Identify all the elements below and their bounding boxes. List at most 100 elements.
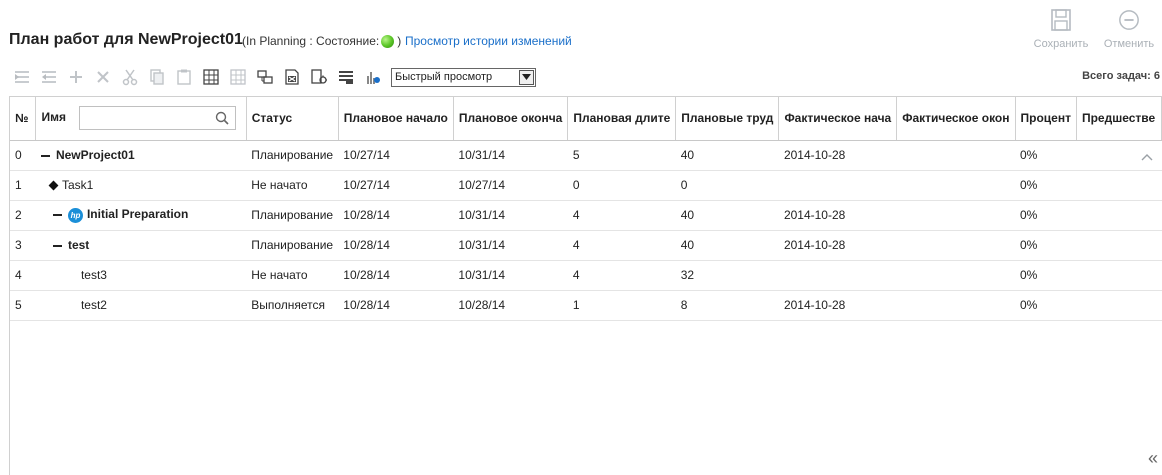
cell-predecessor xyxy=(1076,290,1162,321)
cell-status: Планирование xyxy=(246,230,339,261)
cell-name[interactable]: test xyxy=(35,230,247,261)
cell-num: 0 xyxy=(10,140,36,171)
scroll-up-icon[interactable] xyxy=(1140,150,1154,164)
cell-plan-duration: 0 xyxy=(567,170,676,201)
grid-icon[interactable] xyxy=(198,65,223,89)
outdent-icon[interactable] xyxy=(36,65,61,89)
task-name[interactable]: test3 xyxy=(81,268,107,282)
cell-actual-start xyxy=(778,260,897,291)
task-name[interactable]: test2 xyxy=(81,298,107,312)
add-icon[interactable] xyxy=(63,65,88,89)
cell-percent: 0% xyxy=(1015,260,1077,291)
table-row[interactable]: 4 test3 Не начато 10/28/14 10/31/14 4 32… xyxy=(10,260,1162,291)
quick-view-select[interactable]: Быстрый просмотр xyxy=(391,67,536,87)
cell-plan-duration: 4 xyxy=(567,230,676,261)
col-header-plan-effort[interactable]: Плановые труд xyxy=(675,97,780,141)
cell-name[interactable]: test2 xyxy=(35,290,247,321)
collapse-dash-icon[interactable] xyxy=(52,244,62,247)
cell-status: Не начато xyxy=(246,260,339,291)
page-title: План работ для NewProject01 xyxy=(9,31,243,48)
cell-percent: 0% xyxy=(1015,170,1077,201)
col-header-actual-start[interactable]: Фактическое нача xyxy=(778,97,898,141)
cell-status: Выполняется xyxy=(246,290,339,321)
cell-plan-end: 10/31/14 xyxy=(453,260,568,291)
cell-actual-start xyxy=(778,170,897,201)
cell-actual-end xyxy=(896,140,1015,171)
cell-name[interactable]: NewProject01 xyxy=(35,140,247,171)
cell-actual-start: 2014-10-28 xyxy=(778,140,897,171)
name-search-input[interactable] xyxy=(79,106,237,131)
col-header-predecessor[interactable]: Предшестве xyxy=(1076,97,1162,141)
cell-percent: 0% xyxy=(1015,200,1077,231)
project-state-info: (In Planning : Состояние: ) xyxy=(242,34,401,48)
cell-predecessor xyxy=(1076,200,1162,231)
settings-icon[interactable] xyxy=(306,65,331,89)
hp-logo-icon: hp xyxy=(67,207,83,223)
col-header-plan-duration[interactable]: Плановая длите xyxy=(567,97,677,141)
milestone-icon xyxy=(48,180,59,191)
table-row[interactable]: 1 Task1 Не начато 10/27/14 10/27/14 0 0 … xyxy=(10,170,1162,201)
paste-icon[interactable] xyxy=(171,65,196,89)
collapse-dash-icon[interactable] xyxy=(40,154,50,157)
col-header-plan-start[interactable]: Плановое начало xyxy=(338,97,454,141)
indent-icon[interactable] xyxy=(9,65,34,89)
task-grid: № Имя Статус Плановое начало Плановое ок… xyxy=(9,96,1162,475)
cell-plan-start: 10/28/14 xyxy=(338,290,454,321)
delete-icon[interactable] xyxy=(90,65,115,89)
cell-plan-effort: 8 xyxy=(675,290,779,321)
task-name[interactable]: Task1 xyxy=(62,178,93,192)
cell-name[interactable]: Task1 xyxy=(35,170,247,201)
cell-num: 2 xyxy=(10,200,36,231)
cell-actual-end xyxy=(896,230,1015,261)
col-header-actual-end[interactable]: Фактическое окон xyxy=(896,97,1016,141)
col-header-num[interactable]: № xyxy=(10,97,37,141)
table-row[interactable]: 5 test2 Выполняется 10/28/14 10/28/14 1 … xyxy=(10,290,1162,321)
collapse-panel-button[interactable]: « xyxy=(1148,448,1158,469)
col-header-plan-end[interactable]: Плановое оконча xyxy=(453,97,569,141)
save-button[interactable]: Сохранить xyxy=(1032,8,1090,50)
cancel-button[interactable]: Отменить xyxy=(1100,8,1158,50)
list-icon[interactable] xyxy=(333,65,358,89)
copy-icon[interactable] xyxy=(144,65,169,89)
excel-export-icon[interactable] xyxy=(279,65,304,89)
cell-plan-effort: 40 xyxy=(675,200,779,231)
cell-num: 3 xyxy=(10,230,36,261)
save-icon xyxy=(1051,9,1071,31)
cell-actual-start: 2014-10-28 xyxy=(778,290,897,321)
table-row[interactable]: 2 hp Initial Preparation Планирование 10/… xyxy=(10,200,1162,231)
cell-name[interactable]: test3 xyxy=(35,260,247,291)
col-header-percent[interactable]: Процент xyxy=(1015,97,1077,141)
cell-plan-effort: 32 xyxy=(675,260,779,291)
cell-plan-start: 10/27/14 xyxy=(338,140,454,171)
task-name[interactable]: Initial Preparation xyxy=(87,207,188,221)
cell-predecessor xyxy=(1076,170,1162,201)
cell-predecessor xyxy=(1076,230,1162,261)
cell-plan-end: 10/28/14 xyxy=(453,290,568,321)
cell-name[interactable]: hp Initial Preparation xyxy=(35,200,247,231)
cell-plan-start: 10/28/14 xyxy=(338,230,454,261)
cell-num: 1 xyxy=(10,170,36,201)
cell-num: 4 xyxy=(10,260,36,291)
cell-plan-end: 10/31/14 xyxy=(453,200,568,231)
col-header-name-label: Имя xyxy=(41,110,66,125)
table-row[interactable]: 0 NewProject01 Планирование 10/27/14 10/… xyxy=(10,140,1162,171)
cell-plan-start: 10/27/14 xyxy=(338,170,454,201)
cancel-label: Отменить xyxy=(1103,38,1155,50)
collapse-dash-icon[interactable] xyxy=(52,214,62,217)
cell-plan-end: 10/27/14 xyxy=(453,170,568,201)
state-suffix: ) xyxy=(397,34,402,48)
cut-icon[interactable] xyxy=(117,65,142,89)
cell-actual-end xyxy=(896,170,1015,201)
history-link[interactable]: Просмотр истории изменений xyxy=(405,34,572,48)
col-header-status[interactable]: Статус xyxy=(246,97,339,141)
grid-disabled-icon[interactable] xyxy=(225,65,250,89)
state-prefix: (In Planning : Состояние: xyxy=(242,34,380,48)
task-name[interactable]: test xyxy=(68,238,89,252)
cell-percent: 0% xyxy=(1015,230,1077,261)
task-name[interactable]: NewProject01 xyxy=(56,148,135,162)
col-header-name[interactable]: Имя xyxy=(35,97,247,141)
page-header: План работ для NewProject01 (In Planning… xyxy=(0,0,1162,60)
link-icon[interactable] xyxy=(252,65,277,89)
table-row[interactable]: 3 test Планирование 10/28/14 10/31/14 4 … xyxy=(10,230,1162,261)
chart-icon[interactable] xyxy=(360,65,385,89)
